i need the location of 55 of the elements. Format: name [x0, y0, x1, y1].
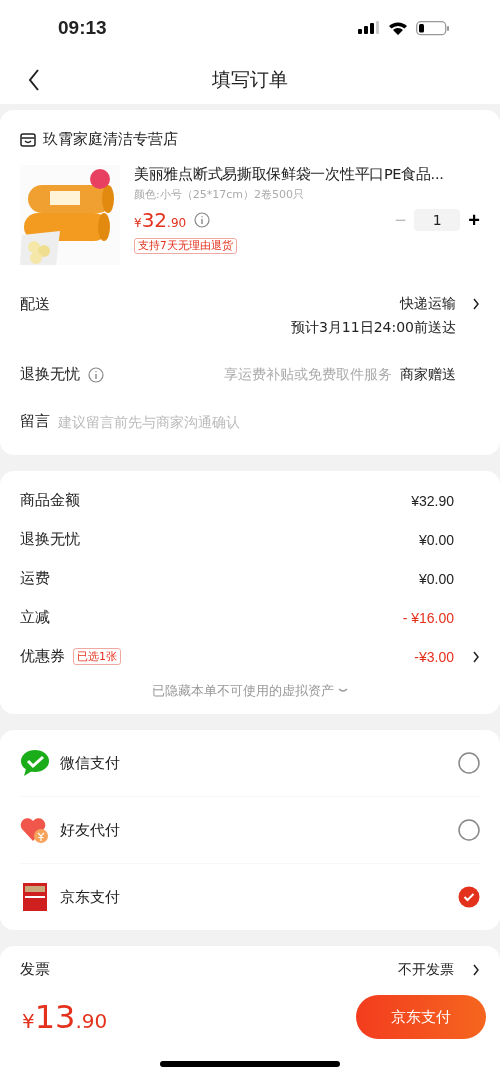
info-icon[interactable]	[194, 212, 211, 228]
status-time: 09:13	[58, 17, 107, 39]
product-title[interactable]: 美丽雅点断式易撕取保鲜袋一次性平口PE食品...	[134, 165, 480, 184]
summary-value: ¥0.00	[418, 570, 454, 587]
expand-icon[interactable]	[338, 688, 348, 694]
battery-icon	[416, 20, 450, 36]
return-service-note: 享运费补贴或免费取件服务	[224, 365, 392, 384]
summary-value: - ¥16.00	[402, 609, 454, 626]
chevron-icon[interactable]	[472, 963, 480, 976]
summary-label: 优惠券	[20, 647, 65, 666]
summary-label: 商品金额	[20, 491, 80, 510]
payment-name: 好友代付	[60, 820, 120, 840]
page-title: 填写订单	[212, 67, 288, 92]
summary-label: 运费	[20, 569, 50, 588]
chevron-icon[interactable]	[472, 650, 480, 663]
summary-label: 退换无忧	[20, 530, 80, 549]
quantity-field[interactable]: 1	[414, 209, 461, 231]
message-label: 留言	[20, 412, 50, 431]
payment-option[interactable]: 好友代付	[20, 797, 480, 864]
message-field[interactable]: 建议留言前先与商家沟通确认	[58, 413, 480, 430]
delivery-estimate: 预计3月11日24:00前送达	[290, 319, 456, 337]
increase-button[interactable]: +	[468, 210, 480, 230]
radio-button[interactable]	[458, 819, 480, 841]
payment-option[interactable]: 京东支付	[20, 864, 480, 930]
summary-value: ¥32.90	[411, 492, 454, 509]
delivery-label: 配送	[20, 295, 50, 314]
invoice-label: 发票	[20, 960, 50, 979]
chevron-icon	[472, 298, 480, 310]
pay-button[interactable]: 京东支付	[356, 995, 486, 1039]
signal-icon	[358, 21, 380, 35]
summary-value: ¥0.00	[418, 531, 454, 548]
delivery-method[interactable]: 快递运输	[400, 295, 456, 313]
return-service-label: 退换无忧	[20, 365, 80, 384]
radio-button[interactable]	[458, 886, 480, 908]
back-button[interactable]	[28, 69, 40, 91]
payment-option[interactable]: 微信支付	[20, 730, 480, 797]
invoice-value[interactable]: 不开发票	[398, 960, 454, 979]
payment-name: 微信支付	[60, 753, 120, 773]
info-icon[interactable]	[88, 366, 104, 383]
product-price: ¥32.90	[134, 208, 187, 232]
radio-button[interactable]	[458, 752, 480, 774]
return-policy-tag: 支持7天无理由退货	[134, 238, 237, 254]
summary-label: 立减	[20, 608, 50, 627]
store-icon	[20, 131, 36, 148]
return-service-value: 商家赠送	[400, 365, 456, 384]
payment-name: 京东支付	[60, 887, 120, 907]
wallet-icon	[20, 882, 50, 912]
chat-bubble-icon	[20, 749, 50, 777]
wifi-icon	[388, 21, 408, 35]
summary-value: -¥3.00	[414, 648, 454, 665]
total-price: ¥13.90	[22, 998, 108, 1036]
heart-icon	[20, 816, 50, 844]
product-spec: 颜色:小号（25*17cm）2卷500只	[134, 187, 305, 202]
store-name[interactable]: 玖霄家庭清洁专营店	[43, 130, 178, 149]
coupon-badge: 已选1张	[73, 648, 121, 665]
